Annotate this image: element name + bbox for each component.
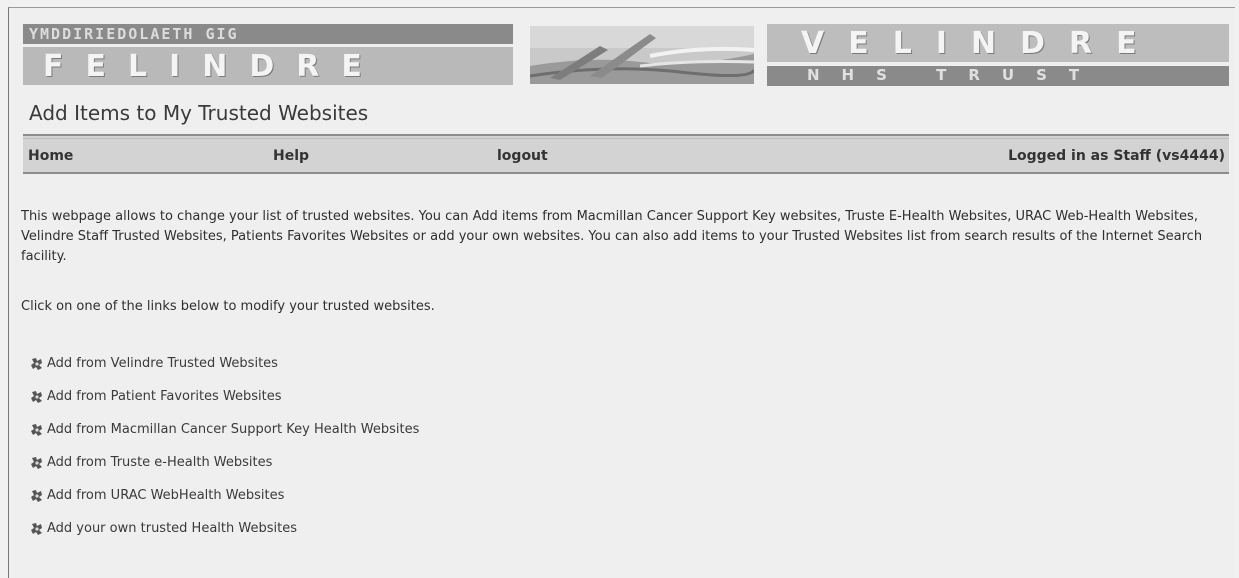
add-velindre-trusted-link[interactable]: Add from Velindre Trusted Websites bbox=[47, 356, 278, 371]
stamp-icon bbox=[31, 357, 42, 370]
header-banner: YMDDIRIEDOLAETH GIG FELINDRE VELINDRE NH… bbox=[23, 24, 1229, 86]
add-macmillan-link[interactable]: Add from Macmillan Cancer Support Key He… bbox=[47, 422, 419, 437]
intro-text: This webpage allows to change your list … bbox=[21, 209, 1203, 264]
felindre-logo: YMDDIRIEDOLAETH GIG FELINDRE bbox=[23, 24, 513, 86]
nhs-trust-wordmark: NHS TRUST bbox=[807, 66, 1102, 84]
list-item: Add from URAC WebHealth Websites bbox=[30, 479, 419, 512]
list-item: Add from Patient Favorites Websites bbox=[30, 380, 419, 413]
list-item: Add from Macmillan Cancer Support Key He… bbox=[30, 413, 419, 446]
nav-home-link[interactable]: Home bbox=[28, 148, 73, 164]
nav-help-link[interactable]: Help bbox=[273, 148, 309, 164]
page-title: Add Items to My Trusted Websites bbox=[29, 101, 369, 125]
welsh-trust-name: YMDDIRIEDOLAETH GIG bbox=[29, 25, 239, 43]
list-item: Add from Truste e-Health Websites bbox=[30, 446, 419, 479]
stamp-icon bbox=[31, 390, 42, 403]
nav-bar: Home Help logout Logged in as Staff (vs4… bbox=[23, 134, 1229, 174]
list-item: Add from Velindre Trusted Websites bbox=[30, 347, 419, 380]
add-patient-favorites-link[interactable]: Add from Patient Favorites Websites bbox=[47, 389, 282, 404]
stamp-icon bbox=[31, 423, 42, 436]
trusted-websites-links: Add from Velindre Trusted Websites Add f… bbox=[30, 347, 419, 545]
stamp-icon bbox=[31, 522, 42, 535]
velindre-wordmark: VELINDRE bbox=[801, 26, 1161, 61]
instruction-text: Click on one of the links below to modif… bbox=[21, 299, 435, 314]
list-item: Add your own trusted Health Websites bbox=[30, 512, 419, 545]
stamp-icon bbox=[31, 489, 42, 502]
nav-logout-link[interactable]: logout bbox=[497, 148, 548, 164]
add-urac-link[interactable]: Add from URAC WebHealth Websites bbox=[47, 488, 284, 503]
add-own-websites-link[interactable]: Add your own trusted Health Websites bbox=[47, 521, 297, 536]
velindre-logo: VELINDRE NHS TRUST bbox=[767, 24, 1229, 86]
add-truste-link[interactable]: Add from Truste e-Health Websites bbox=[47, 455, 272, 470]
stamp-icon bbox=[31, 456, 42, 469]
landscape-logo-icon bbox=[530, 26, 754, 84]
login-status: Logged in as Staff (vs4444) bbox=[1008, 148, 1225, 164]
felindre-wordmark: FELINDRE bbox=[43, 49, 384, 84]
nav-divider bbox=[23, 138, 1229, 139]
